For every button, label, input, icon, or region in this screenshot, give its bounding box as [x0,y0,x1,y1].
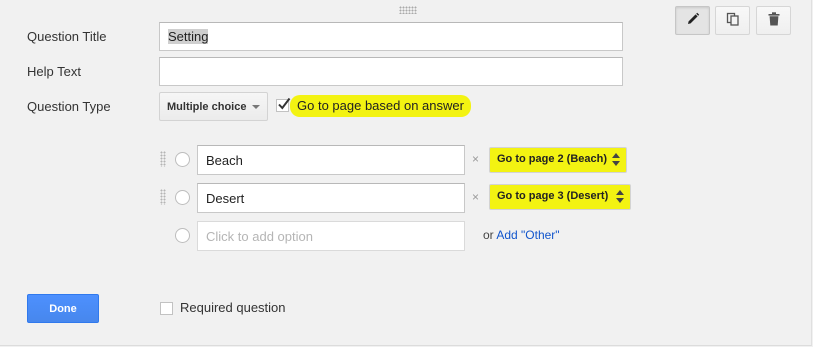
edit-button[interactable] [675,6,710,35]
remove-option-icon[interactable]: × [472,190,479,204]
caret-down-icon [252,105,260,109]
help-text-input[interactable] [159,57,623,86]
add-other-link[interactable]: Add "Other" [496,228,559,242]
option-radio [175,190,190,205]
trash-icon [768,12,780,29]
or-label: or [483,228,494,242]
option-page-select[interactable]: Go to page 2 (Beach) [489,147,627,173]
duplicate-icon [726,12,740,29]
option-label: Desert [206,191,245,206]
done-button[interactable]: Done [27,294,99,323]
up-down-arrows-icon [612,153,620,166]
add-option-placeholder: Click to add option [206,229,313,244]
required-checkbox[interactable] [160,302,173,315]
pencil-icon [686,12,700,29]
option-page-value: Go to page 3 (Desert) [497,190,609,202]
add-option-input[interactable]: Click to add option [197,221,465,251]
option-label: Beach [206,153,243,168]
question-title-value: Setting [168,29,209,44]
question-type-value: Multiple choice [167,100,247,113]
help-text-label: Help Text [27,64,81,79]
delete-button[interactable] [756,6,791,35]
option-drag-grip[interactable] [160,189,166,205]
question-title-input[interactable]: Setting [159,22,623,51]
add-other-text: or Add "Other" [483,228,560,242]
question-type-label: Question Type [27,99,111,114]
duplicate-button[interactable] [715,6,750,35]
go-to-page-label[interactable]: Go to page based on answer [290,95,471,117]
go-to-page-checkbox[interactable] [276,97,291,112]
remove-option-icon[interactable]: × [472,152,479,166]
option-input[interactable]: Desert [197,183,465,213]
option-page-select[interactable]: Go to page 3 (Desert) [489,184,631,210]
option-input[interactable]: Beach [197,145,465,175]
option-drag-grip[interactable] [160,151,166,167]
question-type-select[interactable]: Multiple choice [159,92,268,121]
up-down-arrows-icon [616,190,624,203]
required-label: Required question [180,300,286,315]
drag-handle[interactable] [399,6,417,14]
question-title-label: Question Title [27,29,107,44]
question-edit-panel: Question Title Setting Help Text Questio… [0,0,812,346]
new-option-radio [175,228,190,243]
option-page-value: Go to page 2 (Beach) [497,153,608,165]
option-radio [175,152,190,167]
